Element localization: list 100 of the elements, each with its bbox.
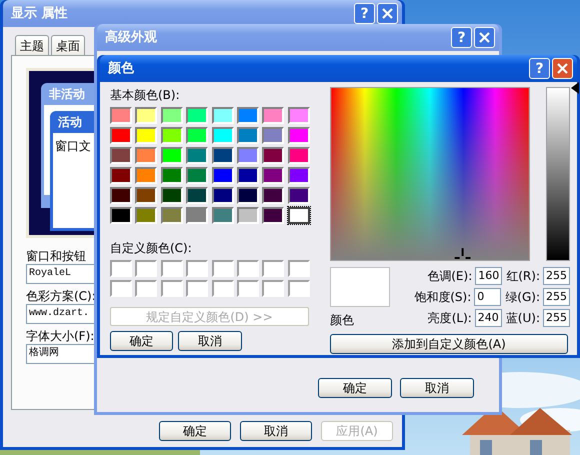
color-swatch[interactable]	[110, 207, 132, 224]
window-title: 颜色	[108, 60, 135, 78]
color-swatch[interactable]	[288, 167, 310, 184]
color-swatch[interactable]	[262, 127, 284, 144]
close-icon	[382, 8, 393, 19]
number-field[interactable]: 255	[543, 309, 570, 327]
color-swatch[interactable]	[236, 127, 259, 144]
color-swatch[interactable]	[212, 127, 234, 144]
color-swatch[interactable]	[186, 280, 208, 297]
color-swatch[interactable]	[212, 107, 234, 124]
color-swatch[interactable]	[288, 107, 310, 124]
color-swatch[interactable]	[160, 187, 183, 204]
color-swatch[interactable]	[262, 187, 284, 204]
color-swatch[interactable]	[160, 167, 183, 184]
field-label: 绿(G):	[505, 289, 540, 306]
color-swatch[interactable]	[110, 107, 132, 124]
color-swatch[interactable]	[135, 147, 158, 164]
color-swatch[interactable]	[160, 260, 183, 277]
color-swatch[interactable]	[160, 207, 183, 224]
button[interactable]: 取消	[400, 378, 474, 398]
color-swatch[interactable]	[160, 280, 183, 297]
color-swatch[interactable]	[135, 127, 158, 144]
color-swatch[interactable]	[186, 187, 208, 204]
color-swatch[interactable]	[160, 127, 183, 144]
number-field[interactable]: 0	[474, 288, 502, 306]
button[interactable]: 确定	[318, 378, 392, 398]
color-spectrum[interactable]	[330, 87, 530, 261]
number-field[interactable]: 255	[543, 267, 570, 285]
color-swatch[interactable]	[236, 207, 259, 224]
color-swatch[interactable]	[212, 187, 234, 204]
color-swatch[interactable]	[110, 147, 132, 164]
color-swatch[interactable]	[236, 147, 259, 164]
help-button[interactable]: ?	[529, 58, 550, 79]
crosshair-icon[interactable]	[454, 247, 472, 260]
color-swatch[interactable]	[262, 147, 284, 164]
color-swatch[interactable]	[212, 147, 234, 164]
number-field[interactable]: 160	[475, 267, 502, 285]
color-swatch[interactable]	[212, 280, 234, 297]
color-swatch[interactable]	[236, 260, 259, 277]
color-swatch[interactable]	[186, 167, 208, 184]
number-field[interactable]: 240	[474, 309, 502, 327]
color-swatch[interactable]	[110, 280, 132, 297]
button[interactable]: 确定	[159, 421, 231, 441]
color-swatch[interactable]	[186, 147, 208, 164]
color-swatch[interactable]	[186, 107, 208, 124]
close-button[interactable]	[474, 27, 495, 48]
color-swatch[interactable]	[236, 187, 259, 204]
tab[interactable]: 桌面	[51, 35, 85, 55]
window-title: 非活动	[48, 86, 85, 103]
color-swatch[interactable]	[262, 107, 284, 124]
color-swatch[interactable]	[110, 187, 132, 204]
color-swatch[interactable]	[262, 207, 284, 224]
close-icon	[557, 63, 568, 74]
color-swatch[interactable]	[288, 260, 310, 277]
color-swatch[interactable]	[288, 127, 310, 144]
button[interactable]: 确定	[110, 331, 173, 351]
color-swatch[interactable]	[135, 187, 158, 204]
color-swatch[interactable]	[110, 127, 132, 144]
color-swatch[interactable]	[288, 207, 310, 224]
color-swatch[interactable]	[186, 260, 208, 277]
color-swatch[interactable]	[186, 207, 208, 224]
window-title: 高级外观	[105, 28, 158, 47]
field-label: 字体大小(F):	[26, 328, 94, 344]
close-button[interactable]	[552, 58, 573, 79]
color-swatch[interactable]	[110, 260, 132, 277]
button[interactable]: 取消	[178, 331, 242, 351]
color-swatch[interactable]	[186, 127, 208, 144]
field-label: 自定义颜色(C):	[110, 240, 192, 256]
button[interactable]: 取消	[240, 421, 312, 441]
color-swatch[interactable]	[288, 147, 310, 164]
number-field[interactable]: 255	[543, 288, 570, 306]
add-to-custom-colors-button[interactable]: 添加到自定义颜色(A)	[330, 334, 568, 354]
tab[interactable]: 主题	[15, 35, 49, 55]
color-swatch[interactable]	[135, 260, 158, 277]
color-swatch[interactable]	[236, 280, 259, 297]
color-swatch[interactable]	[262, 280, 284, 297]
window-text: 窗口文	[55, 139, 91, 153]
color-swatch[interactable]	[212, 207, 234, 224]
color-swatch[interactable]	[236, 107, 259, 124]
color-swatch[interactable]	[262, 260, 284, 277]
color-swatch[interactable]	[160, 107, 183, 124]
field-label: 红(R):	[506, 268, 540, 285]
color-swatch[interactable]	[160, 147, 183, 164]
color-swatch[interactable]	[288, 280, 310, 297]
help-button[interactable]: ?	[354, 3, 375, 24]
field-label: 窗口和按钮	[26, 248, 86, 264]
color-swatch[interactable]	[288, 187, 310, 204]
close-button[interactable]	[377, 3, 398, 24]
field-label: 色调(E):	[427, 268, 472, 285]
help-button[interactable]: ?	[451, 27, 472, 48]
color-swatch[interactable]	[110, 167, 132, 184]
color-swatch[interactable]	[212, 167, 234, 184]
slider-thumb[interactable]	[571, 82, 579, 94]
color-swatch[interactable]	[236, 167, 259, 184]
color-swatch[interactable]	[135, 207, 158, 224]
color-swatch[interactable]	[135, 107, 158, 124]
color-swatch[interactable]	[262, 167, 284, 184]
color-swatch[interactable]	[212, 260, 234, 277]
color-swatch[interactable]	[135, 280, 158, 297]
color-swatch[interactable]	[135, 167, 158, 184]
